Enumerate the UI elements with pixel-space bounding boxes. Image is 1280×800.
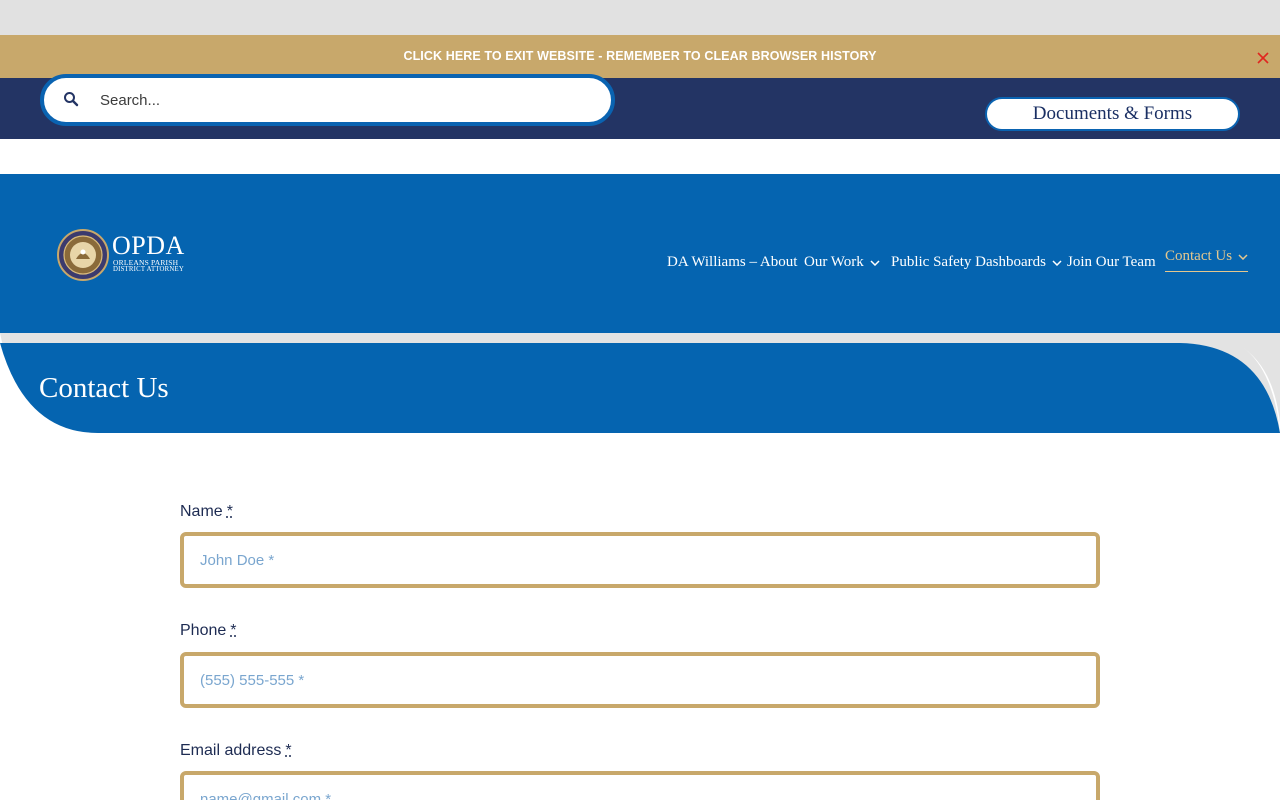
nav-item-our-work[interactable]: Our Work <box>804 250 880 274</box>
field-label-text: Name <box>180 503 223 520</box>
nav-item-label: Public Safety Dashboards <box>891 254 1046 270</box>
page-title: Contact Us <box>39 372 169 404</box>
nav-item-label: DA Williams – About <box>667 254 798 270</box>
seal-icon <box>57 229 109 281</box>
nav-item-join-our-team[interactable]: Join Our Team <box>1067 250 1156 274</box>
required-mark: * <box>230 622 237 639</box>
name-field-label: Name * <box>180 501 233 523</box>
logo-title: OPDA <box>112 231 185 260</box>
opda-logo[interactable]: OPDA ORLEANS PARISH DISTRICT ATTORNEY <box>57 229 192 281</box>
nav-item-label: Our Work <box>804 254 864 270</box>
field-label-text: Email address <box>180 742 282 759</box>
email-field-label: Email address * <box>180 740 292 762</box>
field-label-text: Phone <box>180 622 227 639</box>
chevron-down-icon <box>1238 254 1248 260</box>
utility-bar: Documents & Forms <box>0 74 1280 139</box>
email-field[interactable] <box>180 771 1100 800</box>
exit-website-link[interactable]: CLICK HERE TO EXIT WEBSITE - REMEMBER TO… <box>0 35 1280 78</box>
nav-item-public-safety-dashboards[interactable]: Public Safety Dashboards <box>891 250 1062 274</box>
top-spacer <box>0 0 1280 35</box>
nav-item-contact-us[interactable]: Contact Us <box>1165 244 1249 272</box>
required-mark: * <box>285 742 292 759</box>
nav-item-label: Join Our Team <box>1067 254 1156 270</box>
search-icon[interactable] <box>63 91 79 107</box>
page-title-banner <box>0 333 1280 433</box>
search-input[interactable] <box>100 89 590 111</box>
logo-subtitle-2: DISTRICT ATTORNEY <box>113 266 184 273</box>
phone-field-label: Phone * <box>180 620 237 642</box>
name-field[interactable] <box>180 532 1100 588</box>
main-header: OPDA ORLEANS PARISH DISTRICT ATTORNEY DA… <box>0 174 1280 333</box>
chevron-down-icon <box>1052 260 1062 266</box>
required-mark: * <box>226 503 233 520</box>
nav-item-label: Contact Us <box>1165 248 1233 264</box>
close-icon[interactable] <box>1256 51 1270 65</box>
search-box[interactable] <box>40 74 615 126</box>
documents-forms-button[interactable]: Documents & Forms <box>985 97 1240 131</box>
exit-website-bar: CLICK HERE TO EXIT WEBSITE - REMEMBER TO… <box>0 35 1280 78</box>
phone-field[interactable] <box>180 652 1100 708</box>
nav-item-da-williams-about[interactable]: DA Williams – About <box>667 250 797 274</box>
chevron-down-icon <box>870 260 880 266</box>
